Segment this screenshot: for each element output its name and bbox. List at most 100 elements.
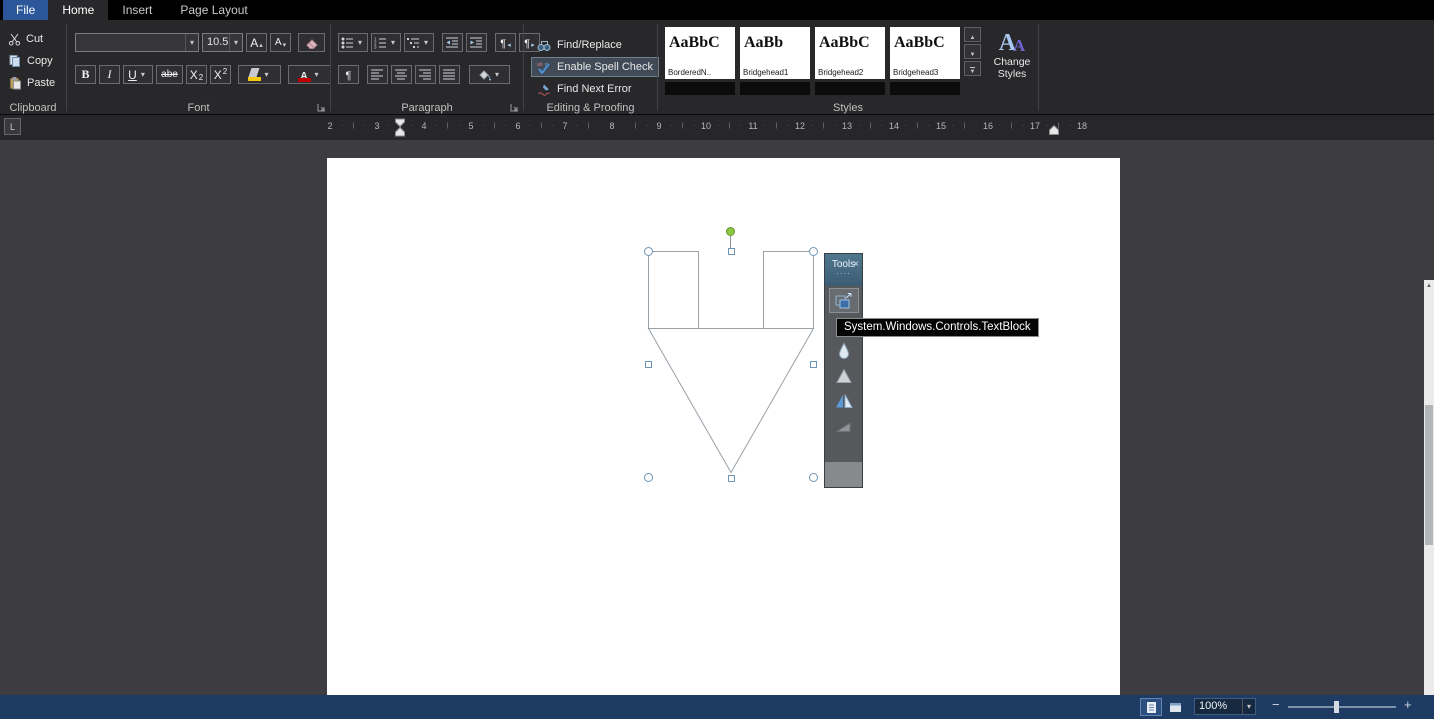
font-name-combo[interactable] — [75, 33, 199, 52]
enable-spell-check-button[interactable]: ab c Enable Spell Check — [531, 57, 660, 77]
style-item-partial[interactable] — [665, 82, 735, 95]
strikethrough-button[interactable]: abe — [156, 65, 183, 84]
find-replace-button[interactable]: Find/Replace — [531, 35, 628, 55]
group-separator — [1038, 24, 1039, 111]
paste-button[interactable]: Paste — [5, 73, 58, 93]
resize-handle-left[interactable] — [645, 361, 652, 368]
underline-label: U — [128, 67, 137, 82]
close-icon[interactable] — [853, 254, 859, 272]
align-left-button[interactable] — [367, 65, 388, 84]
textblock-tool-button[interactable] — [828, 288, 859, 313]
tab-insert[interactable]: Insert — [108, 0, 166, 20]
highlight-color-button[interactable] — [238, 65, 281, 84]
tab-page-layout[interactable]: Page Layout — [166, 0, 261, 20]
scrollbar-thumb[interactable] — [1425, 405, 1433, 545]
bold-button[interactable]: B — [75, 65, 96, 84]
font-dialog-launcher[interactable] — [317, 103, 326, 112]
triangle-tool-button[interactable] — [830, 364, 858, 387]
resize-handle-bottom-right[interactable] — [809, 473, 818, 482]
resize-handle-bottom[interactable] — [728, 475, 735, 482]
style-item[interactable]: AaBb Bridgehead1 — [740, 27, 810, 79]
callout-tool-button[interactable] — [830, 414, 858, 437]
gallery-expand-button[interactable] — [964, 61, 981, 76]
gallery-scroll-down-button[interactable] — [964, 44, 981, 59]
tools-palette-footer[interactable] — [825, 462, 862, 487]
document-page[interactable] — [327, 158, 1120, 695]
style-item-partial[interactable] — [740, 82, 810, 95]
chevron-down-icon[interactable] — [138, 70, 148, 79]
resize-handle-top[interactable] — [728, 248, 735, 255]
tab-file[interactable]: File — [3, 0, 49, 20]
copy-button[interactable]: Copy — [5, 51, 56, 71]
chevron-down-icon[interactable] — [492, 70, 502, 79]
font-color-button[interactable] — [288, 65, 331, 84]
print-layout-view-button[interactable] — [1140, 698, 1162, 716]
style-item[interactable]: AaBbC Bridgehead3 — [890, 27, 960, 79]
tools-palette-header[interactable]: Tools — [825, 254, 862, 286]
italic-button[interactable]: I — [99, 65, 120, 84]
grow-font-button[interactable]: A — [246, 33, 267, 52]
tools-palette[interactable]: Tools — [824, 253, 863, 488]
align-left-icon — [371, 68, 384, 81]
indent-marker-right[interactable] — [1049, 125, 1059, 135]
style-item-partial[interactable] — [815, 82, 885, 95]
change-styles-button[interactable]: Change Styles — [989, 26, 1035, 100]
style-item[interactable]: AaBbC BorderedN.. — [665, 27, 735, 79]
rotation-handle[interactable] — [726, 227, 735, 236]
droplet-tool-button[interactable] — [830, 339, 858, 362]
h-ruler-tick: · — [646, 123, 648, 129]
style-item-partial[interactable] — [890, 82, 960, 95]
gallery-scroll-up-button[interactable] — [964, 27, 981, 42]
down-arrow-shape[interactable] — [648, 251, 814, 478]
indent-marker-left[interactable] — [395, 118, 405, 137]
scroll-up-icon[interactable] — [1424, 280, 1434, 292]
paragraph-dialog-launcher[interactable] — [510, 103, 519, 112]
document-canvas: Tools — [0, 140, 1434, 695]
font-size-combo[interactable]: 10.5 — [202, 33, 243, 52]
chevron-down-icon[interactable] — [312, 70, 322, 79]
chevron-down-icon[interactable] — [262, 70, 272, 79]
resize-handle-right[interactable] — [810, 361, 817, 368]
chevron-down-icon[interactable] — [1242, 699, 1255, 714]
show-paragraph-marks-button[interactable] — [338, 65, 359, 84]
chevron-down-icon[interactable] — [388, 38, 398, 47]
find-next-error-button[interactable]: Find Next Error — [531, 79, 638, 99]
zoom-slider-thumb[interactable] — [1334, 701, 1339, 713]
shape-selection[interactable] — [644, 227, 818, 482]
chevron-down-icon[interactable] — [355, 38, 365, 47]
shading-button[interactable] — [469, 65, 510, 84]
style-item[interactable]: AaBbC Bridgehead2 — [815, 27, 885, 79]
ltr-paragraph-button[interactable] — [495, 33, 516, 52]
increase-indent-button[interactable] — [466, 33, 487, 52]
chevron-down-icon[interactable] — [185, 34, 198, 51]
chevron-down-icon[interactable] — [421, 38, 431, 47]
zoom-level-combo[interactable]: 100% — [1194, 698, 1256, 715]
justify-button[interactable] — [439, 65, 460, 84]
decrease-indent-button[interactable] — [442, 33, 463, 52]
tab-home[interactable]: Home — [48, 0, 109, 20]
bullets-button[interactable] — [338, 33, 368, 52]
superscript-button[interactable]: X2 — [210, 65, 231, 84]
chevron-down-icon[interactable] — [229, 34, 242, 51]
clear-formatting-button[interactable] — [298, 33, 325, 52]
align-right-button[interactable] — [415, 65, 436, 84]
shrink-font-button[interactable]: A — [270, 33, 291, 52]
resize-handle-bottom-left[interactable] — [644, 473, 653, 482]
vertical-scrollbar[interactable] — [1424, 280, 1434, 695]
resize-handle-top-left[interactable] — [644, 247, 653, 256]
zoom-slider-track[interactable] — [1288, 706, 1396, 708]
cut-button[interactable]: Cut — [5, 29, 46, 49]
h-ruler-tick: · — [388, 123, 390, 129]
web-layout-view-button[interactable] — [1164, 698, 1186, 716]
numbering-button[interactable]: 123 — [371, 33, 401, 52]
style-preview: AaBbC — [819, 34, 870, 51]
zoom-in-button[interactable] — [1404, 697, 1412, 712]
multilevel-list-button[interactable] — [404, 33, 434, 52]
tab-stop-selector[interactable] — [4, 118, 21, 135]
zoom-out-button[interactable] — [1272, 697, 1280, 712]
align-center-button[interactable] — [391, 65, 412, 84]
resize-handle-top-right[interactable] — [809, 247, 818, 256]
flip-triangle-tool-button[interactable] — [830, 389, 858, 412]
underline-button[interactable]: U — [123, 65, 153, 84]
subscript-button[interactable]: X2 — [186, 65, 207, 84]
